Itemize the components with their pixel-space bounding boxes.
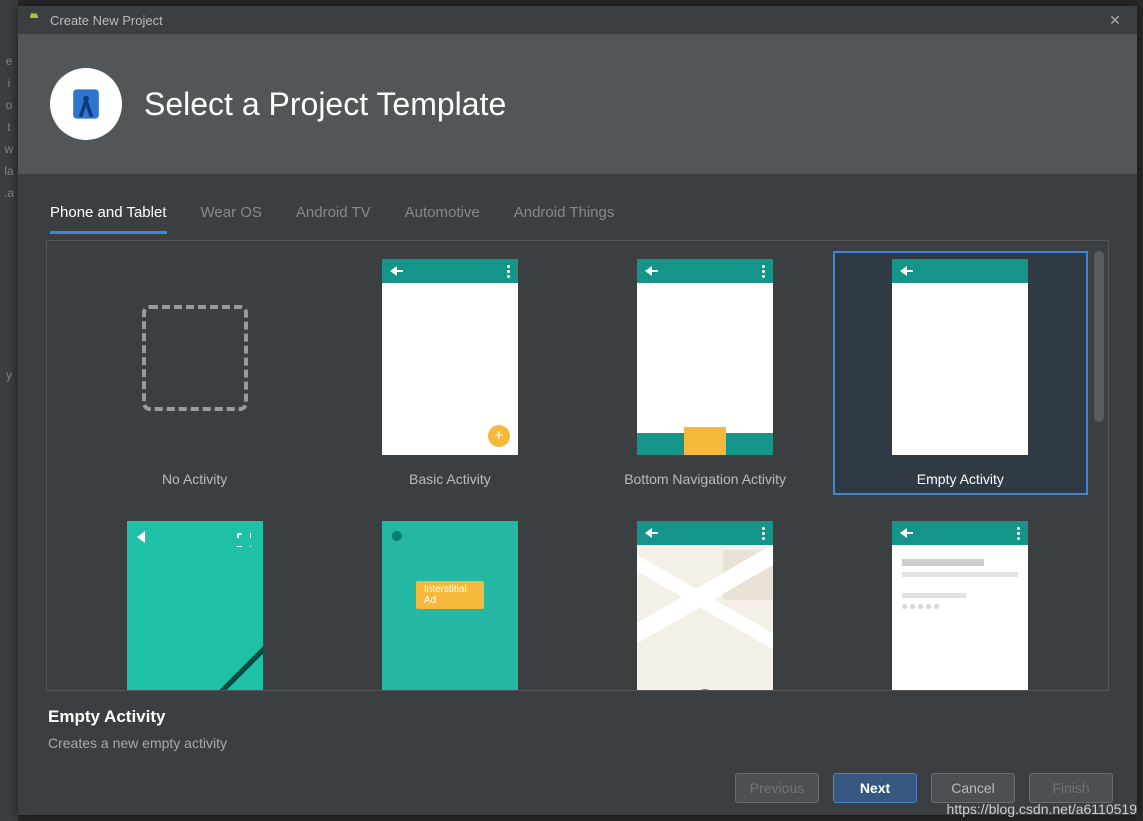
fullscreen-icon [237, 533, 251, 547]
android-studio-logo [50, 68, 122, 140]
template-thumb: Interstitial Ad [382, 521, 518, 690]
fab-icon: + [488, 425, 510, 447]
android-icon [26, 12, 42, 28]
selection-description: Empty Activity Creates a new empty activ… [18, 691, 1137, 755]
finish-button[interactable]: Finish [1029, 773, 1113, 803]
template-label: Empty Activity [917, 471, 1004, 487]
cancel-button[interactable]: Cancel [931, 773, 1015, 803]
next-button[interactable]: Next [833, 773, 917, 803]
close-icon[interactable]: ✕ [1101, 12, 1129, 29]
template-thumb [637, 521, 773, 690]
tab-wear-os[interactable]: Wear OS [201, 204, 262, 234]
template-bottom-navigation-activity[interactable]: Bottom Navigation Activity [578, 251, 833, 495]
tab-android-tv[interactable]: Android TV [296, 204, 371, 234]
selected-template-description: Creates a new empty activity [48, 735, 1107, 751]
gallery-scrollbar[interactable] [1094, 251, 1104, 422]
template-label: Basic Activity [409, 471, 491, 487]
template-gallery: No Activity + Basic Activity Bottom Navi… [46, 240, 1109, 691]
template-fullscreen-activity[interactable] [67, 513, 322, 690]
tab-android-things[interactable]: Android Things [514, 204, 615, 234]
tab-automotive[interactable]: Automotive [405, 204, 480, 234]
back-icon [137, 531, 145, 543]
watermark-text: https://blog.csdn.net/a6110519 [947, 801, 1137, 817]
template-empty-activity[interactable]: Empty Activity [833, 251, 1088, 495]
ad-button-label: Interstitial Ad [416, 581, 484, 609]
template-thumb [127, 521, 263, 690]
template-label: Bottom Navigation Activity [624, 471, 786, 487]
background-editor-strip: eiotwla.a y [0, 0, 18, 821]
template-thumb [637, 259, 773, 455]
titlebar: Create New Project ✕ [18, 6, 1137, 34]
create-project-dialog: Create New Project ✕ Select a Project Te… [18, 6, 1137, 815]
template-admob-ads-activity[interactable]: Interstitial Ad [322, 513, 577, 690]
template-thumb [892, 521, 1028, 690]
platform-tabs: Phone and Tablet Wear OS Android TV Auto… [18, 174, 1137, 234]
template-master-detail-activity[interactable] [833, 513, 1088, 690]
window-title: Create New Project [50, 13, 163, 28]
page-title: Select a Project Template [144, 86, 506, 123]
template-thumb: + [382, 259, 518, 455]
previous-button[interactable]: Previous [735, 773, 819, 803]
map-pin-icon [697, 689, 713, 690]
template-label: No Activity [162, 471, 227, 487]
template-maps-activity[interactable] [578, 513, 833, 690]
header-banner: Select a Project Template [18, 34, 1137, 174]
selected-template-name: Empty Activity [48, 707, 1107, 727]
template-thumb [892, 259, 1028, 455]
template-no-activity[interactable]: No Activity [67, 251, 322, 495]
template-thumb [127, 259, 263, 455]
tab-phone-tablet[interactable]: Phone and Tablet [50, 204, 167, 234]
template-basic-activity[interactable]: + Basic Activity [322, 251, 577, 495]
